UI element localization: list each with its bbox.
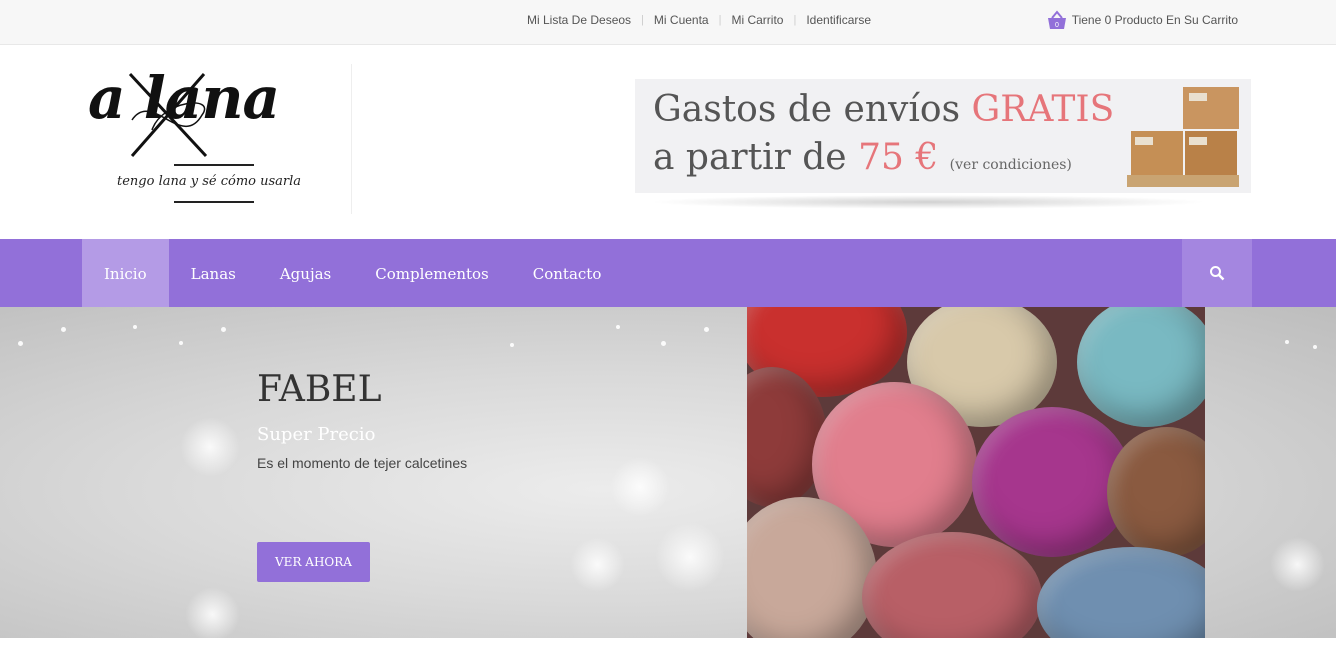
view-now-button[interactable]: VER AHORA bbox=[257, 542, 370, 582]
bokeh-light bbox=[1285, 340, 1289, 344]
promo-subline: a partir de 75 € (ver condiciones) bbox=[653, 137, 1072, 178]
bokeh-glow bbox=[570, 537, 625, 592]
top-bar: Mi Lista De Deseos | Mi Cuenta | Mi Carr… bbox=[0, 0, 1336, 45]
bokeh-glow bbox=[180, 417, 240, 477]
bokeh-light bbox=[179, 341, 183, 345]
nav-menu: Inicio Lanas Agujas Complementos Contact… bbox=[82, 239, 623, 307]
promo-threshold: 75 € bbox=[858, 137, 939, 178]
bokeh-light bbox=[133, 325, 137, 329]
bokeh-glow bbox=[610, 457, 670, 517]
bokeh-light bbox=[510, 343, 514, 347]
cart-summary-text: Tiene 0 Producto En Su Carrito bbox=[1071, 13, 1238, 27]
login-link[interactable]: Identificarse bbox=[806, 13, 871, 27]
yarn-balls-image bbox=[747, 307, 1205, 638]
yarn-ball bbox=[1077, 307, 1205, 427]
bokeh-light bbox=[704, 327, 709, 332]
promo-line2-text: a partir de bbox=[653, 137, 859, 178]
shipping-promo-banner[interactable]: Gastos de envíos GRATIS a partir de 75 €… bbox=[608, 79, 1251, 219]
hero-slider: FABEL Super Precio Es el momento de teje… bbox=[0, 307, 1336, 638]
separator: | bbox=[718, 14, 722, 26]
bokeh-light bbox=[221, 327, 226, 332]
separator: | bbox=[793, 14, 797, 26]
svg-text:0: 0 bbox=[1055, 22, 1059, 29]
logo-wordmark: a lana bbox=[88, 64, 280, 132]
bokeh-glow bbox=[185, 587, 240, 638]
site-logo[interactable]: a lana tengo lana y sé cómo usarla bbox=[82, 64, 352, 214]
cart-link[interactable]: Mi Carrito bbox=[731, 13, 783, 27]
nav-item-complementos[interactable]: Complementos bbox=[353, 239, 511, 307]
bokeh-light bbox=[61, 327, 66, 332]
nav-item-contacto[interactable]: Contacto bbox=[511, 239, 624, 307]
promo-shadow bbox=[648, 195, 1208, 209]
slide-title: FABEL bbox=[257, 369, 382, 410]
promo-free-label: GRATIS bbox=[971, 89, 1115, 130]
bokeh-glow bbox=[1270, 537, 1325, 592]
account-link[interactable]: Mi Cuenta bbox=[654, 13, 709, 27]
bokeh-glow bbox=[655, 522, 725, 592]
logo-divider bbox=[174, 201, 254, 203]
promo-conditions-link[interactable]: (ver condiciones) bbox=[950, 157, 1072, 173]
main-navigation: Inicio Lanas Agujas Complementos Contact… bbox=[0, 239, 1336, 307]
nav-item-agujas[interactable]: Agujas bbox=[258, 239, 353, 307]
bokeh-light bbox=[1313, 345, 1317, 349]
slide-description: Es el momento de tejer calcetines bbox=[257, 455, 468, 471]
search-icon bbox=[1210, 266, 1225, 281]
account-links: Mi Lista De Deseos | Mi Cuenta | Mi Carr… bbox=[527, 13, 871, 27]
cart-summary[interactable]: 0 Tiene 0 Producto En Su Carrito bbox=[1046, 10, 1238, 30]
bokeh-light bbox=[616, 325, 620, 329]
logo-divider bbox=[174, 164, 254, 166]
slide-subtitle: Super Precio bbox=[257, 424, 376, 445]
wishlist-link[interactable]: Mi Lista De Deseos bbox=[527, 13, 631, 27]
bokeh-light bbox=[18, 341, 23, 346]
nav-item-inicio[interactable]: Inicio bbox=[82, 239, 169, 307]
shopping-basket-icon: 0 bbox=[1047, 10, 1066, 29]
bokeh-light bbox=[661, 341, 666, 346]
search-button[interactable] bbox=[1182, 239, 1252, 307]
logo-tagline: tengo lana y sé cómo usarla bbox=[117, 174, 302, 189]
nav-item-lanas[interactable]: Lanas bbox=[169, 239, 258, 307]
separator: | bbox=[641, 14, 644, 26]
promo-line1-text: Gastos de envíos bbox=[653, 89, 972, 130]
shipping-boxes-icon bbox=[1127, 87, 1239, 187]
promo-headline: Gastos de envíos GRATIS bbox=[653, 89, 1114, 130]
yarn-ball bbox=[1037, 547, 1205, 638]
